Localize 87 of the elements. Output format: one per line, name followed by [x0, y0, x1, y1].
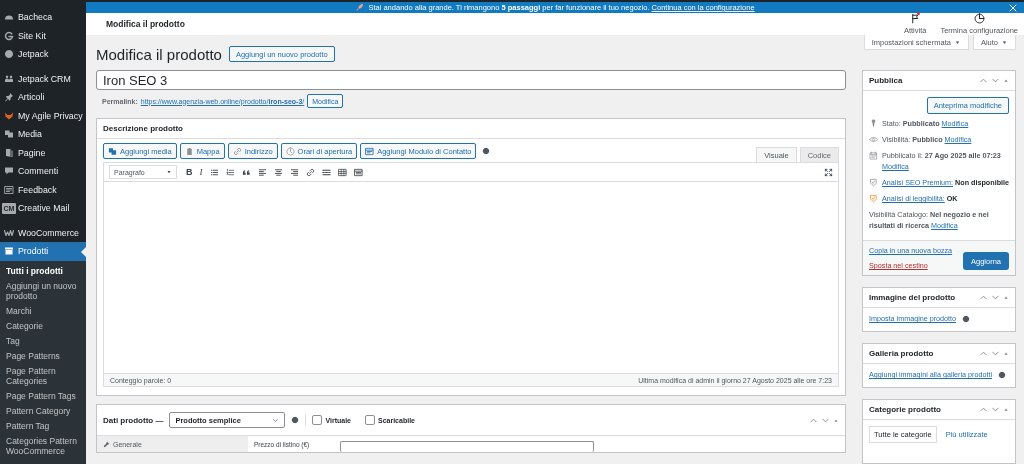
form-icon [4, 184, 14, 195]
help-icon[interactable] [998, 370, 1007, 379]
checkbox[interactable] [365, 415, 375, 425]
submenu-item[interactable]: Marchi [0, 303, 86, 319]
align-center-icon[interactable] [273, 167, 283, 177]
clipboard-icon [184, 146, 194, 156]
g-logo-icon [4, 30, 14, 41]
panel-title: Categorie prodotto [869, 405, 941, 414]
move-up-icon[interactable] [979, 349, 988, 358]
submenu-item[interactable]: Pattern Tag [0, 418, 86, 434]
menu-item[interactable]: Pagine [0, 143, 86, 162]
submenu-item[interactable]: Categorie [0, 318, 86, 334]
wrench-icon [103, 440, 110, 448]
title-field[interactable]: Iron SEO 3 [96, 70, 846, 90]
close-icon[interactable] [1008, 2, 1018, 13]
align-left-icon[interactable] [257, 167, 267, 177]
rocket-icon [355, 3, 365, 12]
menu-item[interactable]: Site Kit [0, 26, 86, 45]
caret-icon [953, 38, 961, 46]
quote-icon[interactable] [241, 167, 251, 177]
move-down-icon[interactable] [991, 293, 1000, 302]
menu-item[interactable]: WooCommerce [0, 223, 86, 242]
read-more-icon[interactable] [321, 167, 331, 177]
help-icon[interactable] [291, 416, 300, 424]
page-title: Modifica il prodotto [96, 45, 222, 63]
menu-item[interactable]: Jetpack [0, 45, 86, 64]
caret-icon [1001, 38, 1008, 46]
submenu-item[interactable]: Aggiungi un nuovo prodotto [0, 278, 86, 304]
pages-icon [4, 147, 14, 158]
move-down-icon [272, 416, 280, 424]
italic-button[interactable]: I [199, 167, 203, 177]
submenu-item[interactable]: Tag [0, 333, 86, 349]
menu-item[interactable]: Prodotti [0, 242, 86, 261]
numbered-list-icon[interactable] [225, 167, 235, 177]
menu-item[interactable]: My Agile Privacy [0, 106, 86, 125]
people-icon [4, 73, 14, 84]
bulleted-list-icon[interactable] [209, 167, 219, 177]
menu-item[interactable]: Feedback [0, 180, 86, 199]
menu-item[interactable]: Commenti [0, 162, 86, 181]
grid-icon[interactable] [337, 167, 347, 177]
menu-item[interactable]: Media [0, 125, 86, 144]
panel-title: Descrizione prodotto [103, 124, 183, 133]
header-title: Modifica il prodotto [106, 19, 185, 29]
price-field[interactable] [340, 441, 594, 452]
calendar-icon [869, 151, 878, 160]
move-up-icon[interactable] [979, 405, 988, 414]
shield-check-icon [869, 194, 878, 203]
panel-icon[interactable] [353, 167, 363, 177]
speech-bubble-icon [4, 166, 14, 177]
panel-title: Galleria prodotto [869, 349, 934, 358]
submenu-item[interactable]: Page Pattern Tags [0, 388, 86, 404]
form-icon [365, 146, 375, 156]
panel-title: Pubblica [869, 76, 903, 85]
checkbox[interactable] [312, 415, 323, 425]
move-down-icon[interactable] [991, 349, 1000, 358]
link-icon[interactable] [305, 167, 315, 177]
menu-item[interactable]: Articoli [0, 88, 86, 107]
panel-title: Dati prodotto — [103, 415, 164, 425]
submenu-item[interactable]: Page Pattern Categories [0, 363, 86, 389]
bold-button[interactable]: B [186, 167, 193, 177]
move-up-icon[interactable] [979, 76, 988, 85]
woo-logo-icon [4, 227, 14, 238]
help-icon[interactable] [962, 314, 971, 323]
submenu-item[interactable]: Pattern Category [0, 403, 86, 419]
submenu-item[interactable]: Page Patterns [0, 348, 86, 364]
fullscreen-icon[interactable] [824, 167, 833, 177]
align-right-icon[interactable] [289, 167, 299, 177]
pushpin-icon [4, 92, 14, 103]
move-down-icon[interactable] [991, 76, 1000, 85]
menu-item[interactable]: Jetpack CRM [0, 69, 86, 88]
menu-item[interactable]: Bacheca [0, 8, 86, 27]
media-icon [4, 129, 14, 140]
move-down-icon[interactable] [991, 405, 1000, 414]
submenu-item[interactable]: Categories Pattern WooCommerce [0, 433, 86, 459]
panel-title: Immagine del prodotto [869, 293, 956, 302]
shield-check-icon [869, 178, 878, 187]
submenu-item[interactable]: Tutti i prodotti [0, 263, 86, 279]
move-up-icon[interactable] [979, 293, 988, 302]
clock-icon [285, 146, 295, 156]
eye-icon [869, 135, 878, 144]
caret-icon [166, 169, 172, 175]
archive-box-icon [4, 246, 14, 257]
fox-icon [4, 110, 14, 121]
pin-icon [869, 119, 878, 128]
media-icon [108, 146, 117, 156]
help-icon[interactable] [482, 147, 491, 155]
link-icon [232, 146, 242, 156]
